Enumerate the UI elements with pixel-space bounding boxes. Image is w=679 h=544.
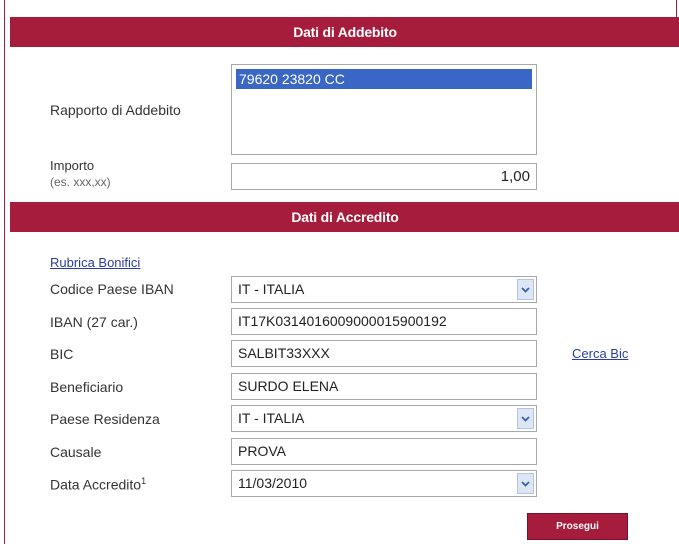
- importo-label: Importo: [50, 158, 95, 173]
- data-accredito-label: Data Accredito: [50, 476, 142, 493]
- accredito-section-header: Dati di Accredito: [10, 202, 679, 232]
- importo-input[interactable]: 1,00: [231, 163, 537, 190]
- data-accredito-label-group: Data Accredito1: [50, 476, 146, 493]
- data-accredito-footnote: 1: [141, 476, 147, 486]
- rapporto-label: Rapporto di Addebito: [50, 102, 181, 118]
- iban-label: IBAN (27 car.): [50, 314, 138, 330]
- causale-label: Causale: [50, 444, 102, 460]
- chevron-down-icon[interactable]: [517, 473, 534, 494]
- data-accredito-value: 11/03/2010: [238, 475, 308, 491]
- importo-hint: (es. xxx,xx): [50, 175, 111, 189]
- bic-label: BIC: [50, 346, 74, 362]
- cerca-bic-link[interactable]: Cerca Bic: [572, 346, 628, 361]
- paese-residenza-value: IT - ITALIA: [238, 410, 305, 426]
- codice-paese-label: Codice Paese IBAN: [50, 281, 174, 297]
- rapporto-option-selected[interactable]: 79620 23820 CC: [236, 69, 532, 89]
- rubrica-bonifici-link[interactable]: Rubrica Bonifici: [50, 255, 140, 270]
- importo-label-group: Importo (es. xxx,xx): [50, 157, 111, 191]
- beneficiario-input[interactable]: SURDO ELENA: [231, 373, 537, 400]
- rapporto-listbox[interactable]: 79620 23820 CC: [231, 64, 537, 155]
- addebito-section-header: Dati di Addebito: [10, 17, 679, 47]
- prosegui-label: Prosegui: [556, 521, 599, 532]
- paese-residenza-select[interactable]: IT - ITALIA: [231, 405, 537, 432]
- accredito-section-title: Dati di Accredito: [291, 209, 399, 225]
- paese-residenza-label: Paese Residenza: [50, 411, 160, 427]
- iban-input[interactable]: IT17K0314016009000015900192: [231, 308, 537, 335]
- addebito-section-title: Dati di Addebito: [293, 24, 397, 40]
- codice-paese-select[interactable]: IT - ITALIA: [231, 276, 537, 303]
- causale-input[interactable]: PROVA: [231, 438, 537, 465]
- beneficiario-label: Beneficiario: [50, 379, 124, 395]
- data-accredito-select[interactable]: 11/03/2010: [231, 470, 537, 497]
- bic-input[interactable]: SALBIT33XXX: [231, 340, 537, 367]
- chevron-down-icon[interactable]: [517, 279, 534, 300]
- chevron-down-icon[interactable]: [517, 408, 534, 429]
- prosegui-button[interactable]: Prosegui: [527, 513, 628, 540]
- codice-paese-value: IT - ITALIA: [238, 281, 305, 297]
